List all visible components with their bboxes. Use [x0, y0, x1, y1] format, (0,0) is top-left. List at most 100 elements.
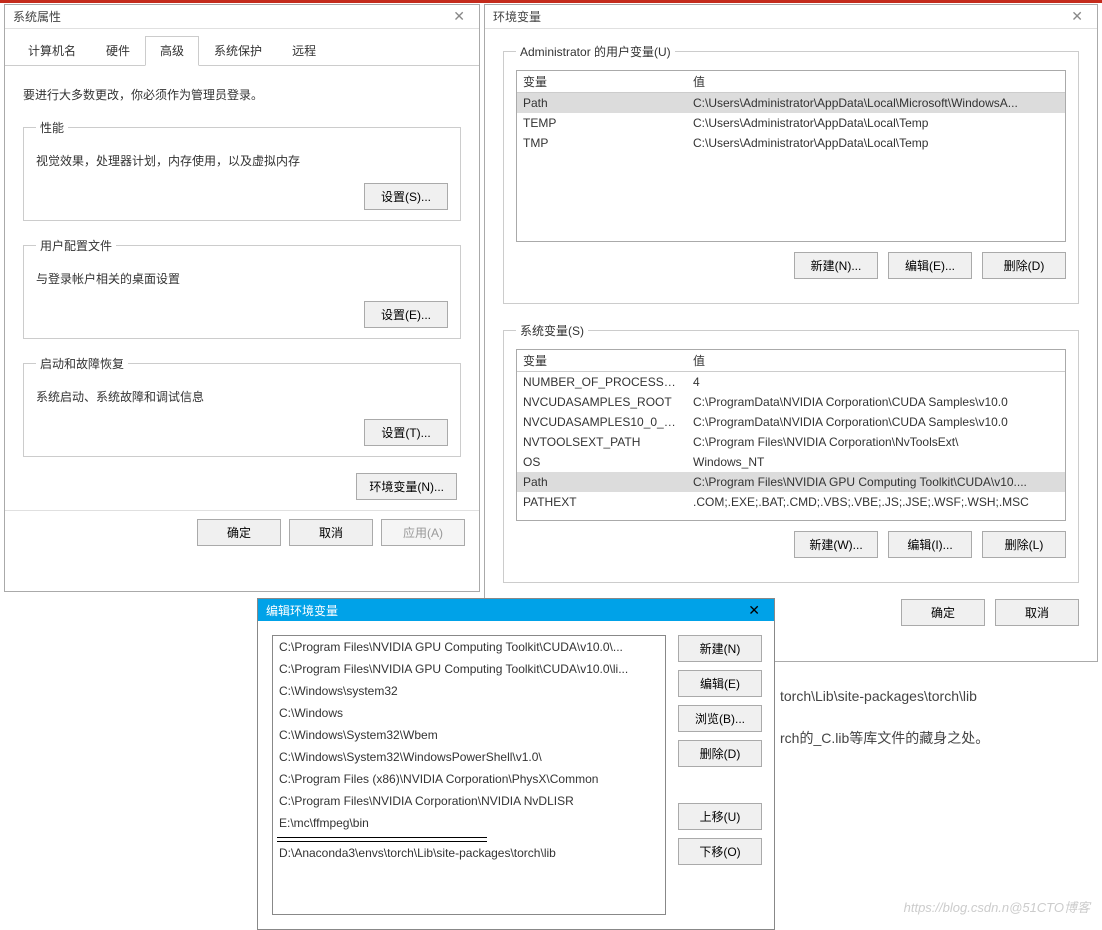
startup-recovery-legend: 启动和故障恢复: [36, 355, 128, 372]
var-value: C:\Program Files\NVIDIA Corporation\NvTo…: [687, 432, 1065, 452]
performance-group: 性能 视觉效果，处理器计划，内存使用，以及虚拟内存 设置(S)...: [23, 119, 461, 221]
list-item[interactable]: C:\Program Files\NVIDIA GPU Computing To…: [273, 658, 665, 680]
table-row[interactable]: NVTOOLSEXT_PATHC:\Program Files\NVIDIA C…: [517, 432, 1065, 452]
system-new-button[interactable]: 新建(W)...: [794, 531, 878, 558]
table-row[interactable]: PathC:\Program Files\NVIDIA GPU Computin…: [517, 472, 1065, 492]
cancel-button[interactable]: 取消: [289, 519, 373, 546]
system-vars-group: 系统变量(S) 变量 值 NUMBER_OF_PROCESSORS4NVCUDA…: [503, 322, 1079, 583]
watermark: https://blog.csdn.n@51CTO博客: [904, 897, 1090, 916]
table-row[interactable]: NUMBER_OF_PROCESSORS4: [517, 372, 1065, 392]
table-row[interactable]: NVCUDASAMPLES_ROOTC:\ProgramData\NVIDIA …: [517, 392, 1065, 412]
dialog-body: Administrator 的用户变量(U) 变量 值 PathC:\Users…: [485, 29, 1097, 656]
close-icon[interactable]: ✕: [1065, 8, 1089, 25]
list-item[interactable]: C:\Windows: [273, 702, 665, 724]
var-value: C:\Users\Administrator\AppData\Local\Tem…: [687, 133, 1065, 153]
bg-text-1: torch\Lib\site-packages\torch\lib: [780, 688, 977, 704]
tab-computer-name[interactable]: 计算机名: [13, 36, 91, 66]
ok-button[interactable]: 确定: [197, 519, 281, 546]
col-header-variable[interactable]: 变量: [517, 350, 687, 372]
startup-recovery-group: 启动和故障恢复 系统启动、系统故障和调试信息 设置(T)...: [23, 355, 461, 457]
dialog-title: 环境变量: [493, 8, 541, 25]
edit-path-dialog: 编辑环境变量 ✕ C:\Program Files\NVIDIA GPU Com…: [257, 598, 775, 930]
system-delete-button[interactable]: 删除(L): [982, 531, 1066, 558]
list-item[interactable]: D:\Anaconda3\envs\torch\Lib\site-package…: [273, 842, 665, 864]
user-profile-settings-button[interactable]: 设置(E)...: [364, 301, 448, 328]
browse-button[interactable]: 浏览(B)...: [678, 705, 762, 732]
tabs: 计算机名 硬件 高级 系统保护 远程: [5, 35, 479, 66]
var-name: TMP: [517, 133, 687, 153]
performance-desc: 视觉效果，处理器计划，内存使用，以及虚拟内存: [36, 152, 448, 169]
list-item[interactable]: C:\Program Files\NVIDIA GPU Computing To…: [273, 636, 665, 658]
table-row[interactable]: PathC:\Users\Administrator\AppData\Local…: [517, 93, 1065, 113]
var-name: NVCUDASAMPLES10_0_R...: [517, 412, 687, 432]
var-name: OS: [517, 452, 687, 472]
var-name: TEMP: [517, 113, 687, 133]
list-item[interactable]: [273, 838, 665, 842]
var-value: C:\Program Files\NVIDIA GPU Computing To…: [687, 472, 1065, 492]
window-top-accent: [0, 0, 1102, 3]
performance-legend: 性能: [36, 119, 68, 136]
var-name: NVTOOLSEXT_PATH: [517, 432, 687, 452]
var-value: .COM;.EXE;.BAT;.CMD;.VBS;.VBE;.JS;.JSE;.…: [687, 492, 1065, 512]
user-edit-button[interactable]: 编辑(E)...: [888, 252, 972, 279]
var-name: PATHEXT: [517, 492, 687, 512]
apply-button[interactable]: 应用(A): [381, 519, 465, 546]
list-item[interactable]: E:\mc\ffmpeg\bin: [273, 812, 665, 834]
title-bar: 系统属性 ✕: [5, 5, 479, 29]
table-row[interactable]: OSWindows_NT: [517, 452, 1065, 472]
tab-advanced[interactable]: 高级: [145, 36, 199, 66]
ok-button[interactable]: 确定: [901, 599, 985, 626]
environment-variables-button[interactable]: 环境变量(N)...: [356, 473, 457, 500]
system-vars-table-wrap[interactable]: 变量 值 NUMBER_OF_PROCESSORS4NVCUDASAMPLES_…: [516, 349, 1066, 521]
user-delete-button[interactable]: 删除(D): [982, 252, 1066, 279]
path-listbox[interactable]: C:\Program Files\NVIDIA GPU Computing To…: [272, 635, 666, 915]
system-edit-button[interactable]: 编辑(I)...: [888, 531, 972, 558]
performance-settings-button[interactable]: 设置(S)...: [364, 183, 448, 210]
col-header-value[interactable]: 值: [687, 71, 1065, 93]
close-icon[interactable]: ✕: [447, 8, 471, 25]
new-button[interactable]: 新建(N): [678, 635, 762, 662]
table-row[interactable]: TMPC:\Users\Administrator\AppData\Local\…: [517, 133, 1065, 153]
footer-buttons: 确定 取消 应用(A): [5, 510, 479, 554]
startup-recovery-settings-button[interactable]: 设置(T)...: [364, 419, 448, 446]
table-row[interactable]: NVCUDASAMPLES10_0_R...C:\ProgramData\NVI…: [517, 412, 1065, 432]
var-value: C:\Users\Administrator\AppData\Local\Tem…: [687, 113, 1065, 133]
move-down-button[interactable]: 下移(O): [678, 838, 762, 865]
user-profile-desc: 与登录帐户相关的桌面设置: [36, 270, 448, 287]
system-vars-legend: 系统变量(S): [516, 322, 588, 339]
var-name: Path: [517, 472, 687, 492]
list-item[interactable]: C:\Program Files (x86)\NVIDIA Corporatio…: [273, 768, 665, 790]
col-header-variable[interactable]: 变量: [517, 71, 687, 93]
var-value: 4: [687, 372, 1065, 392]
title-bar: 编辑环境变量 ✕: [258, 599, 774, 621]
list-item[interactable]: C:\Windows\System32\WindowsPowerShell\v1…: [273, 746, 665, 768]
var-value: C:\Users\Administrator\AppData\Local\Mic…: [687, 93, 1065, 113]
environment-variables-dialog: 环境变量 ✕ Administrator 的用户变量(U) 变量 值 PathC…: [484, 4, 1098, 662]
table-row[interactable]: PATHEXT.COM;.EXE;.BAT;.CMD;.VBS;.VBE;.JS…: [517, 492, 1065, 512]
list-item[interactable]: C:\Windows\system32: [273, 680, 665, 702]
startup-recovery-desc: 系统启动、系统故障和调试信息: [36, 388, 448, 405]
list-item[interactable]: C:\Program Files\NVIDIA Corporation\NVID…: [273, 790, 665, 812]
list-item[interactable]: C:\Windows\System32\Wbem: [273, 724, 665, 746]
system-vars-buttons: 新建(W)... 编辑(I)... 删除(L): [516, 531, 1066, 558]
user-vars-table: 变量 值 PathC:\Users\Administrator\AppData\…: [517, 71, 1065, 153]
user-vars-legend: Administrator 的用户变量(U): [516, 43, 675, 60]
cancel-button[interactable]: 取消: [995, 599, 1079, 626]
close-icon[interactable]: ✕: [742, 602, 766, 619]
tab-system-protection[interactable]: 系统保护: [199, 36, 277, 66]
system-properties-dialog: 系统属性 ✕ 计算机名 硬件 高级 系统保护 远程 要进行大多数更改，你必须作为…: [4, 4, 480, 592]
col-header-value[interactable]: 值: [687, 350, 1065, 372]
delete-button[interactable]: 删除(D): [678, 740, 762, 767]
move-up-button[interactable]: 上移(U): [678, 803, 762, 830]
user-vars-buttons: 新建(N)... 编辑(E)... 删除(D): [516, 252, 1066, 279]
var-name: NUMBER_OF_PROCESSORS: [517, 372, 687, 392]
user-vars-table-wrap[interactable]: 变量 值 PathC:\Users\Administrator\AppData\…: [516, 70, 1066, 242]
tab-remote[interactable]: 远程: [277, 36, 331, 66]
tab-hardware[interactable]: 硬件: [91, 36, 145, 66]
edit-button[interactable]: 编辑(E): [678, 670, 762, 697]
side-buttons: 新建(N) 编辑(E) 浏览(B)... 删除(D) 上移(U) 下移(O): [678, 635, 760, 915]
user-new-button[interactable]: 新建(N)...: [794, 252, 878, 279]
admin-notice: 要进行大多数更改，你必须作为管理员登录。: [23, 86, 461, 103]
table-row[interactable]: TEMPC:\Users\Administrator\AppData\Local…: [517, 113, 1065, 133]
user-vars-group: Administrator 的用户变量(U) 变量 值 PathC:\Users…: [503, 43, 1079, 304]
